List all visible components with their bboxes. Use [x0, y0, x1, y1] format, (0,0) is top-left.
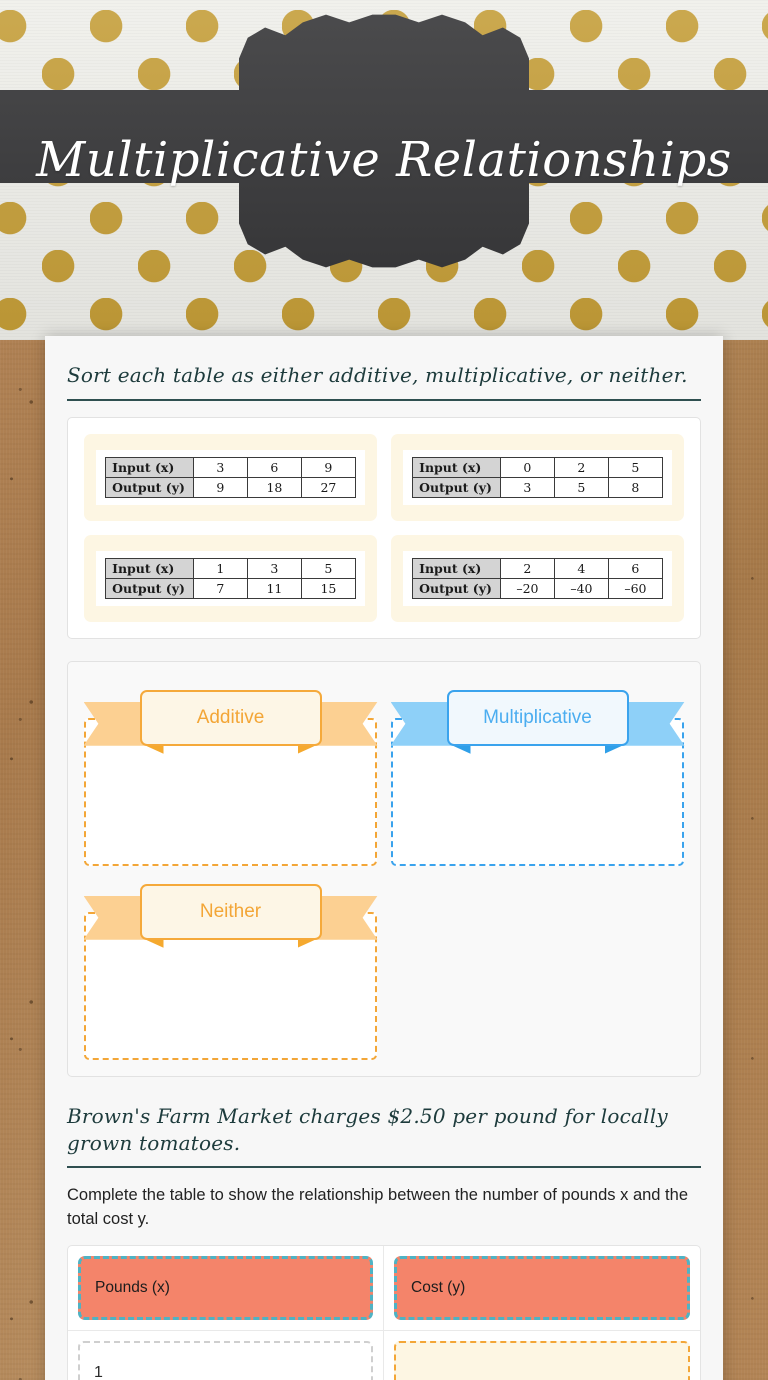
- header-cell: Pounds (x): [68, 1246, 384, 1332]
- cell-value: 9: [192, 476, 248, 498]
- cell-value: 2: [553, 456, 609, 478]
- cell-value: 5: [300, 557, 356, 579]
- farm-market-subprompt: Complete the table to show the relations…: [67, 1186, 688, 1228]
- cell-value: 9: [300, 456, 356, 478]
- table-image: Input (x) 2 4 6 Output (y) –20 –40 –60: [403, 550, 672, 606]
- cell-value: 6: [246, 456, 302, 478]
- cost-table: Pounds (x) Cost (y) 1: [67, 1245, 701, 1380]
- table-row: Output (y) 9 18 27: [105, 476, 356, 498]
- column-header-cost[interactable]: Cost (y): [394, 1256, 690, 1321]
- zone-label-neither: Neither: [139, 883, 322, 940]
- column-header-pounds[interactable]: Pounds (x): [78, 1256, 373, 1321]
- draggable-table-4[interactable]: Input (x) 2 4 6 Output (y) –20 –40 –60: [391, 534, 684, 622]
- ribbon-banner-neither: Neither: [83, 883, 378, 948]
- cost-answer-blank-1[interactable]: [394, 1341, 690, 1380]
- table-image: Input (x) 0 2 5 Output (y) 3 5 8: [403, 449, 672, 505]
- cell-value: 3: [192, 456, 248, 478]
- cell-value: 15: [300, 577, 356, 599]
- table-row: Output (y) 7 11 15: [105, 577, 356, 599]
- cell-value: 1: [192, 557, 248, 579]
- sort-zone-empty-slot: [391, 884, 684, 1060]
- data-cell-pounds: 1: [68, 1331, 384, 1380]
- table-row: 1: [68, 1331, 700, 1380]
- worksheet-sheet: Sort each table as either additive, mult…: [45, 336, 723, 1380]
- cell-value: 4: [553, 557, 609, 579]
- row-label: Output (y): [412, 577, 501, 599]
- cell-value: 5: [607, 456, 663, 478]
- row-label: Input (x): [412, 456, 501, 478]
- cell-value: 2: [499, 557, 555, 579]
- table-header-row: Pounds (x) Cost (y): [68, 1246, 700, 1332]
- cell-value: 11: [246, 577, 302, 599]
- sort-zone-neither[interactable]: Neither: [83, 883, 378, 1060]
- cell-value: 8: [607, 476, 663, 498]
- source-tables-panel: Input (x) 3 6 9 Output (y) 9 18 27 Input…: [67, 416, 701, 639]
- page-title: Multiplicative Relationships: [36, 132, 732, 188]
- cell-value: –40: [553, 577, 609, 599]
- row-label: Input (x): [105, 456, 194, 478]
- sort-zones-panel: Additive Multiplicative Neither: [67, 660, 701, 1077]
- table-row: Input (x) 2 4 6: [412, 557, 663, 579]
- table-image: Input (x) 1 3 5 Output (y) 7 11 15: [96, 550, 365, 606]
- draggable-table-1[interactable]: Input (x) 3 6 9 Output (y) 9 18 27: [84, 433, 377, 521]
- sort-zone-additive[interactable]: Additive: [83, 689, 378, 866]
- math-table: Input (x) 3 6 9 Output (y) 9 18 27: [105, 456, 356, 498]
- cell-value: 6: [607, 557, 663, 579]
- table-row: Input (x) 1 3 5: [105, 557, 356, 579]
- row-label: Input (x): [412, 557, 501, 579]
- polka-dot-header: Multiplicative Relationships: [0, 0, 768, 340]
- table-image: Input (x) 3 6 9 Output (y) 9 18 27: [96, 449, 365, 505]
- ribbon-banner-multiplicative: Multiplicative: [390, 689, 685, 754]
- cell-value: 7: [192, 577, 248, 599]
- table-row: Input (x) 0 2 5: [412, 456, 663, 478]
- math-table: Input (x) 2 4 6 Output (y) –20 –40 –60: [412, 557, 663, 599]
- data-cell-cost: [384, 1331, 700, 1380]
- row-label: Output (y): [105, 476, 194, 498]
- farm-market-prompt: Brown's Farm Market charges $2.50 per po…: [67, 1103, 701, 1169]
- cell-value: 3: [246, 557, 302, 579]
- sort-prompt: Sort each table as either additive, mult…: [67, 362, 701, 401]
- table-row: Input (x) 3 6 9: [105, 456, 356, 478]
- math-table: Input (x) 1 3 5 Output (y) 7 11 15: [105, 557, 356, 599]
- draggable-table-2[interactable]: Input (x) 0 2 5 Output (y) 3 5 8: [391, 433, 684, 521]
- farm-market-section: Brown's Farm Market charges $2.50 per po…: [67, 1103, 701, 1380]
- table-row: Output (y) –20 –40 –60: [412, 577, 663, 599]
- row-label: Output (y): [105, 577, 194, 599]
- math-table: Input (x) 0 2 5 Output (y) 3 5 8: [412, 456, 663, 498]
- table-row: Output (y) 3 5 8: [412, 476, 663, 498]
- cell-value: –60: [607, 577, 663, 599]
- cell-value: 0: [499, 456, 555, 478]
- sort-zone-multiplicative[interactable]: Multiplicative: [390, 689, 685, 866]
- ribbon-banner-additive: Additive: [83, 689, 378, 754]
- zone-label-multiplicative: Multiplicative: [446, 689, 629, 746]
- cell-value: 5: [553, 476, 609, 498]
- header-cell: Cost (y): [384, 1246, 700, 1332]
- zone-label-additive: Additive: [139, 689, 322, 746]
- cell-value: 18: [246, 476, 302, 498]
- source-tables-grid: Input (x) 3 6 9 Output (y) 9 18 27 Input…: [84, 433, 684, 622]
- row-label: Input (x): [105, 557, 194, 579]
- cell-value: 3: [499, 476, 555, 498]
- pounds-value-1[interactable]: 1: [78, 1341, 373, 1380]
- cell-value: 27: [300, 476, 356, 498]
- sort-zones-grid: Additive Multiplicative Neither: [83, 662, 685, 1060]
- draggable-table-3[interactable]: Input (x) 1 3 5 Output (y) 7 11 15: [84, 534, 377, 622]
- row-label: Output (y): [412, 476, 501, 498]
- cell-value: –20: [499, 577, 555, 599]
